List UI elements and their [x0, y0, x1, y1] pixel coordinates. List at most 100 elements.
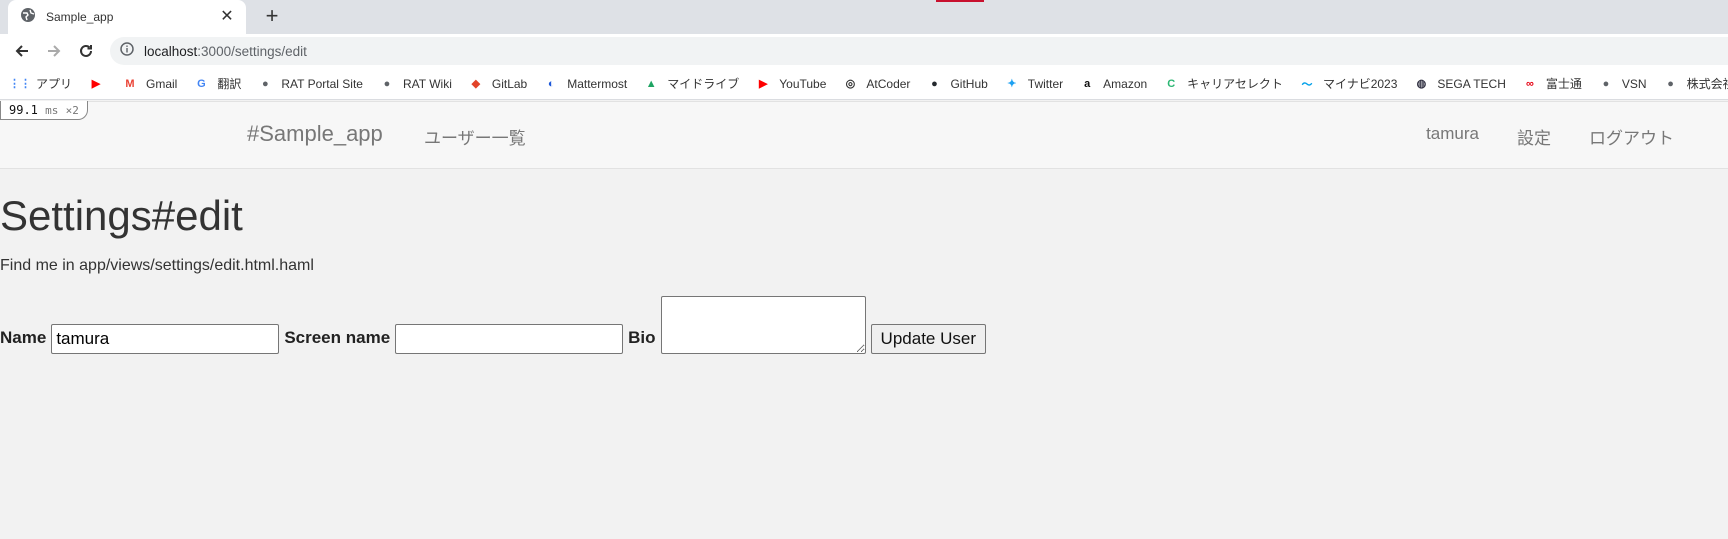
- logout-link[interactable]: ログアウト: [1589, 124, 1674, 149]
- bio-field[interactable]: [660, 296, 866, 354]
- bookmark-item[interactable]: ● GitHub: [926, 76, 988, 92]
- bookmark-item[interactable]: ● RAT Wiki: [379, 76, 452, 92]
- bookmark-label: キャリアセレクト: [1187, 77, 1283, 91]
- window-accent-mark: [936, 0, 984, 2]
- settings-link[interactable]: 設定: [1517, 124, 1551, 149]
- bookmark-label: Twitter: [1027, 76, 1064, 91]
- drive-icon: ▲: [645, 77, 657, 90]
- bookmark-item[interactable]: ● 株式会社コーエーテク…: [1663, 75, 1728, 92]
- bookmark-label: マイナビ2023: [1322, 77, 1398, 91]
- name-label: Name: [0, 328, 47, 347]
- bookmark-label: Amazon: [1103, 76, 1148, 91]
- browser-tab[interactable]: Sample_app ✕: [8, 0, 246, 34]
- globe-icon: ●: [383, 77, 391, 90]
- bookmark-label: AtCoder: [866, 76, 911, 91]
- amazon-icon: a: [1084, 77, 1091, 90]
- globe-icon: ●: [262, 77, 269, 90]
- bookmark-item[interactable]: ● RAT Portal Site: [257, 76, 363, 92]
- url-text: localhost:3000/settings/edit: [144, 44, 307, 59]
- bookmark-label: アプリ: [36, 77, 73, 91]
- career-select-icon: C: [1167, 77, 1176, 90]
- bookmark-item[interactable]: ✦ Twitter: [1004, 76, 1063, 92]
- navbar: #Sample_app ユーザー一覧 tamura 設定 ログアウト: [0, 101, 1728, 169]
- rack-mini-profiler-badge[interactable]: 99.1 ms ×2: [0, 101, 88, 120]
- info-icon[interactable]: [120, 41, 134, 61]
- name-field[interactable]: [51, 324, 280, 354]
- bookmark-item[interactable]: ● VSN: [1598, 76, 1647, 92]
- settings-form: Name Screen name Bio Update User: [0, 292, 986, 354]
- globe-icon: ●: [1667, 77, 1674, 90]
- mynavi-icon: 〜: [1301, 78, 1313, 91]
- username-link[interactable]: tamura: [1426, 124, 1479, 149]
- gmail-icon: M: [125, 77, 135, 90]
- bookmark-item[interactable]: a Amazon: [1079, 76, 1147, 92]
- youtube-icon: ▶: [91, 78, 101, 90]
- youtube-icon: ▶: [759, 78, 768, 90]
- forward-button[interactable]: [38, 37, 70, 65]
- atcoder-icon: ◎: [845, 78, 856, 90]
- bookmark-label: RAT Portal Site: [281, 76, 363, 91]
- arrow-right-icon: [48, 45, 61, 57]
- tab-title: Sample_app: [46, 10, 114, 24]
- fujitsu-icon: ∞: [1525, 77, 1534, 90]
- back-button[interactable]: [6, 37, 38, 65]
- bookmark-label: Gmail: [146, 76, 178, 91]
- profiler-unit: ms: [45, 104, 59, 117]
- address-bar[interactable]: localhost:3000/settings/edit: [110, 37, 1728, 65]
- globe-icon: [20, 7, 36, 28]
- bookmark-label: 株式会社コーエーテク…: [1686, 77, 1728, 91]
- bookmark-item[interactable]: C キャリアセレクト: [1163, 75, 1283, 92]
- twitter-icon: ✦: [1007, 78, 1017, 90]
- brand-link[interactable]: #Sample_app: [247, 121, 383, 147]
- bookmark-item[interactable]: ◐ Mattermost: [543, 76, 627, 92]
- profiler-count: ×2: [65, 104, 79, 117]
- url-path: :3000/settings/edit: [197, 43, 307, 59]
- bookmark-item[interactable]: ◆ GitLab: [468, 76, 528, 92]
- screen-name-field[interactable]: [395, 324, 624, 354]
- github-icon: ●: [931, 77, 938, 90]
- bookmark-item[interactable]: ◍ SEGA TECH: [1413, 76, 1506, 92]
- url-host: localhost: [144, 43, 198, 59]
- bookmark-label: SEGA TECH: [1437, 76, 1506, 91]
- bio-label: Bio: [628, 328, 656, 347]
- bookmark-label: 富士通: [1545, 77, 1582, 91]
- mattermost-icon: ◐: [547, 77, 555, 90]
- gitlab-icon: ◆: [471, 78, 481, 90]
- bookmarks-bar: ⋮⋮ アプリ ▶ M Gmail G 翻訳 ● RAT Portal Site ● RAT Wiki…: [0, 68, 1728, 100]
- bookmark-label: Mattermost: [567, 76, 628, 91]
- tab-strip: Sample_app ✕ +: [0, 0, 1728, 34]
- bookmark-item[interactable]: ∞ 富士通: [1522, 75, 1582, 92]
- bookmark-label: GitHub: [950, 76, 988, 91]
- bookmark-item[interactable]: 〜マイナビ2023: [1299, 75, 1397, 92]
- apps-grid-icon: ⋮⋮: [9, 78, 31, 90]
- bookmark-label: RAT Wiki: [402, 76, 452, 91]
- page-hint: Find me in app/views/settings/edit.html.…: [0, 257, 314, 274]
- update-user-button[interactable]: Update User: [870, 324, 986, 354]
- screen-name-label: Screen name: [284, 328, 391, 347]
- bookmark-label: 翻訳: [217, 77, 242, 91]
- bookmark-label: VSN: [1621, 76, 1647, 91]
- arrow-left-icon: [15, 45, 28, 57]
- bookmark-label: マイドライブ: [667, 77, 740, 91]
- new-tab-button[interactable]: +: [260, 5, 284, 29]
- bookmark-item[interactable]: ▶: [88, 76, 112, 92]
- sega-icon: ◍: [1416, 78, 1427, 90]
- bookmark-label: YouTube: [779, 76, 827, 91]
- users-link[interactable]: ユーザー一覧: [424, 124, 526, 149]
- translate-icon: G: [197, 77, 206, 90]
- bookmark-item[interactable]: ⋮⋮ アプリ: [9, 75, 73, 92]
- navbar-right: tamura 設定 ログアウト: [1426, 124, 1674, 149]
- bookmark-item[interactable]: M Gmail: [122, 76, 177, 92]
- bookmark-item[interactable]: ▲ マイドライブ: [643, 75, 739, 92]
- reload-icon: [80, 44, 92, 57]
- close-tab-icon[interactable]: ✕: [218, 8, 236, 26]
- bookmark-label: GitLab: [491, 76, 528, 91]
- browser-toolbar: localhost:3000/settings/edit: [0, 34, 1728, 68]
- globe-icon: ●: [1602, 77, 1610, 90]
- bookmark-item[interactable]: G 翻訳: [193, 75, 241, 92]
- profiler-time: 99.1: [9, 103, 38, 117]
- bookmark-item[interactable]: ◎ AtCoder: [842, 76, 911, 92]
- page-content: 99.1 ms ×2 #Sample_app ユーザー一覧 tamura 設定 …: [0, 101, 1728, 539]
- reload-button[interactable]: [70, 37, 102, 65]
- bookmark-item[interactable]: ▶ YouTube: [755, 76, 826, 92]
